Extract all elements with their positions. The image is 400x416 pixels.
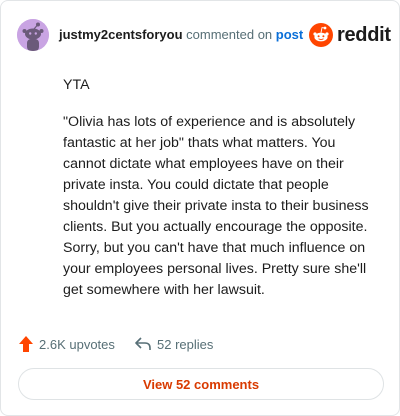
post-link[interactable]: post <box>276 27 303 42</box>
commented-on-label: commented on <box>186 27 273 42</box>
username-link[interactable]: justmy2centsforyou <box>59 27 183 42</box>
reply-arrow-icon <box>135 337 151 350</box>
replies-count: 52 replies <box>157 336 214 352</box>
comment-paragraph: YTA <box>63 77 90 93</box>
reddit-logo-icon <box>309 23 333 47</box>
comment-body: YTA "Olivia has lots of experience and i… <box>63 75 381 301</box>
comment-header: justmy2centsforyou commented on post red… <box>17 19 391 51</box>
comment-meta: justmy2centsforyou commented on post <box>59 27 303 43</box>
comment-card: justmy2centsforyou commented on post red… <box>0 0 400 416</box>
upvote-arrow-icon <box>19 336 33 352</box>
snoo-avatar-icon <box>17 19 49 51</box>
upvotes-count: 2.6K upvotes <box>39 336 115 352</box>
replies-stat[interactable]: 52 replies <box>135 334 213 354</box>
comment-paragraph: "Olivia has lots of experience and is ab… <box>63 114 369 298</box>
reddit-wordmark: reddit <box>337 24 391 46</box>
view-comments-button[interactable]: View 52 comments <box>18 368 384 400</box>
avatar[interactable] <box>17 19 49 51</box>
upvotes-stat[interactable]: 2.6K upvotes <box>19 334 115 354</box>
comment-stats: 2.6K upvotes 52 replies <box>19 334 379 354</box>
reddit-logo[interactable]: reddit <box>309 21 391 49</box>
